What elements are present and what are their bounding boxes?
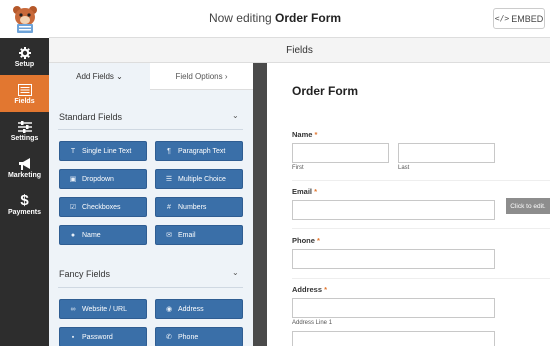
button-label: Website / URL (82, 305, 127, 313)
link-icon: ∞ (70, 305, 76, 313)
hash-icon: # (167, 203, 171, 211)
name-first-input[interactable] (292, 143, 389, 163)
add-password-button[interactable]: ▪ Password (59, 327, 147, 346)
panel-tabs: Add Fields ⌄ Field Options › (49, 63, 253, 90)
name-last-input[interactable] (398, 143, 495, 163)
name-field-label[interactable]: Name * (292, 130, 317, 139)
add-single-line-text-button[interactable]: T Single Line Text (59, 141, 147, 161)
gear-icon (18, 45, 31, 61)
address-line2-input[interactable] (292, 331, 495, 346)
button-label: Multiple Choice (178, 175, 226, 183)
divider (292, 180, 550, 181)
list-icon (17, 82, 32, 98)
address-line1-input[interactable] (292, 298, 495, 318)
chevron-down-icon[interactable]: ⌄ (232, 111, 239, 120)
label-text: Phone (292, 236, 315, 245)
user-icon: ● (70, 231, 76, 239)
add-checkboxes-button[interactable]: ☑ Checkboxes (59, 197, 147, 217)
button-label: Checkboxes (82, 203, 121, 211)
button-label: Name (82, 231, 101, 239)
first-sublabel: First (292, 165, 304, 171)
click-to-edit-tooltip: Click to edit. (506, 198, 550, 214)
form-title[interactable]: Order Form (292, 84, 358, 98)
fancy-fields-title[interactable]: Fancy Fields (59, 269, 110, 279)
required-mark: * (317, 236, 320, 245)
embed-label: EMBED (511, 13, 544, 24)
divider (58, 129, 243, 130)
sidebar-item-label: Settings (10, 135, 39, 142)
lock-icon: ▪ (71, 333, 75, 341)
add-email-button[interactable]: ✉ Email (155, 225, 243, 245)
required-mark: * (314, 187, 318, 196)
required-mark: * (314, 130, 318, 139)
label-text: Email (292, 187, 313, 196)
title-prefix: Now editing (208, 11, 276, 25)
label-text: Address (292, 285, 323, 294)
button-label: Numbers (178, 203, 207, 211)
add-paragraph-text-button[interactable]: ¶ Paragraph Text (155, 141, 243, 161)
dollar-icon: $ (20, 192, 29, 209)
phone-field-label[interactable]: Phone * (292, 236, 320, 245)
address-line1-sublabel: Address Line 1 (292, 320, 333, 326)
checkbox-icon: ☑ (69, 204, 77, 211)
add-website-url-button[interactable]: ∞ Website / URL (59, 299, 147, 319)
divider (292, 228, 550, 229)
panel-divider (253, 63, 267, 346)
divider (292, 278, 550, 279)
button-label: Address (178, 305, 204, 313)
add-multiple-choice-button[interactable]: ☰ Multiple Choice (155, 169, 243, 189)
email-field-label[interactable]: Email * (292, 187, 317, 196)
required-mark: * (324, 285, 328, 294)
tab-field-options[interactable]: Field Options › (150, 63, 253, 90)
tab-add-fields[interactable]: Add Fields ⌄ (49, 63, 150, 90)
button-label: Single Line Text (82, 147, 132, 155)
button-label: Dropdown (82, 175, 114, 183)
section-header: Fields (49, 38, 550, 63)
map-marker-icon: ◉ (165, 306, 173, 313)
button-label: Paragraph Text (178, 147, 226, 155)
megaphone-icon (18, 156, 32, 172)
page-title: Now editing Order Form (0, 11, 550, 25)
paragraph-icon: ¶ (167, 147, 171, 155)
fields-panel: Add Fields ⌄ Field Options › Standard Fi… (49, 63, 253, 346)
title-form-name: Order Form (275, 11, 342, 25)
standard-fields-title[interactable]: Standard Fields (59, 112, 122, 122)
button-label: Email (178, 231, 196, 239)
text-field-icon: T (70, 147, 76, 155)
add-dropdown-button[interactable]: ▣ Dropdown (59, 169, 147, 189)
address-field-label[interactable]: Address * (292, 285, 327, 294)
label-text: Name (292, 130, 313, 139)
chevron-down-icon[interactable]: ⌄ (232, 268, 239, 277)
sidebar-item-payments[interactable]: $ Payments (0, 186, 49, 223)
phone-icon: ✆ (166, 334, 172, 341)
sidebar-item-label: Fields (14, 98, 35, 105)
embed-button[interactable]: </> EMBED (493, 8, 545, 29)
add-name-button[interactable]: ● Name (59, 225, 147, 245)
last-sublabel: Last (398, 165, 410, 171)
code-icon: </> (494, 14, 510, 23)
sidebar-item-label: Payments (7, 209, 42, 216)
sidebar-item-label: Marketing (7, 172, 42, 179)
sidebar-item-marketing[interactable]: Marketing (0, 149, 49, 186)
add-phone-button[interactable]: ✆ Phone (155, 327, 243, 346)
add-address-button[interactable]: ◉ Address (155, 299, 243, 319)
envelope-icon: ✉ (166, 232, 172, 239)
sidebar: Setup Fields Settings Marketing $ Paymen… (0, 38, 49, 346)
top-bar: Now editing Order Form </> EMBED (0, 0, 550, 38)
button-label: Password (82, 333, 113, 341)
dropdown-icon: ▣ (69, 176, 77, 183)
sliders-icon (17, 119, 32, 135)
divider (58, 287, 243, 288)
email-input[interactable] (292, 200, 495, 220)
sidebar-item-label: Setup (14, 61, 35, 68)
list-icon: ☰ (165, 176, 173, 183)
button-label: Phone (178, 333, 199, 341)
sidebar-item-setup[interactable]: Setup (0, 38, 49, 75)
sidebar-item-fields[interactable]: Fields (0, 75, 49, 112)
sidebar-item-settings[interactable]: Settings (0, 112, 49, 149)
phone-input[interactable] (292, 249, 495, 269)
add-numbers-button[interactable]: # Numbers (155, 197, 243, 217)
